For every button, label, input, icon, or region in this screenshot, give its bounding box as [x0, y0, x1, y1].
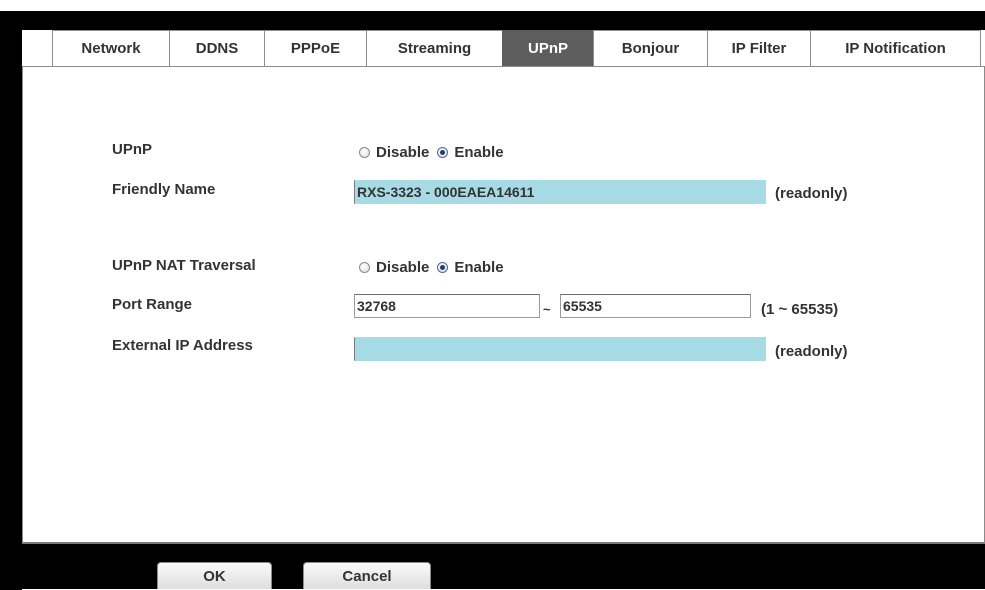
settings-tab-bar: Network DDNS PPPoE Streaming UPnP Bonjou… [52, 30, 981, 66]
tab-bonjour[interactable]: Bonjour [593, 30, 708, 66]
tab-streaming[interactable]: Streaming [366, 30, 503, 66]
external-ip-field[interactable] [354, 337, 766, 361]
external-ip-readonly-note: (readonly) [775, 343, 848, 360]
tab-upnp[interactable]: UPnP [502, 30, 594, 66]
port-range-from-input[interactable]: 32768 [354, 294, 540, 318]
tab-ip-notification[interactable]: IP Notification [810, 30, 981, 66]
left-frame-strip [0, 30, 22, 590]
nat-traversal-enable-radio[interactable] [437, 262, 449, 273]
upnp-enable-radio[interactable] [437, 147, 449, 158]
port-range-to-input[interactable]: 65535 [560, 294, 751, 318]
tab-pppoe[interactable]: PPPoE [264, 30, 367, 66]
friendly-name-field[interactable]: RXS-3323 - 000EAEA14611 [354, 180, 766, 204]
nat-traversal-enable-label[interactable]: Enable [454, 259, 503, 276]
friendly-name-label: Friendly Name [112, 181, 216, 198]
upnp-disable-label[interactable]: Disable [376, 144, 429, 161]
ok-button[interactable]: OK [157, 562, 272, 589]
port-range-separator: ~ [543, 302, 551, 317]
upnp-enable-label[interactable]: Enable [454, 144, 503, 161]
upnp-radio-group: Disable Enable [359, 144, 512, 161]
nat-traversal-radio-group: Disable Enable [359, 259, 512, 276]
nat-traversal-disable-label[interactable]: Disable [376, 259, 429, 276]
cancel-button[interactable]: Cancel [303, 562, 431, 589]
nat-traversal-disable-radio[interactable] [359, 262, 370, 273]
upnp-label: UPnP [112, 141, 153, 158]
top-frame-bar [0, 11, 985, 30]
tab-network[interactable]: Network [52, 30, 170, 66]
tab-ddns[interactable]: DDNS [169, 30, 265, 66]
external-ip-label: External IP Address [112, 337, 253, 354]
port-range-label: Port Range [112, 296, 193, 313]
tab-ip-filter[interactable]: IP Filter [707, 30, 811, 66]
port-range-hint: (1 ~ 65535) [761, 301, 839, 318]
nat-traversal-label: UPnP NAT Traversal [112, 257, 256, 274]
friendly-name-readonly-note: (readonly) [775, 185, 848, 202]
bottom-frame-bar [0, 544, 985, 589]
upnp-disable-radio[interactable] [359, 147, 370, 158]
